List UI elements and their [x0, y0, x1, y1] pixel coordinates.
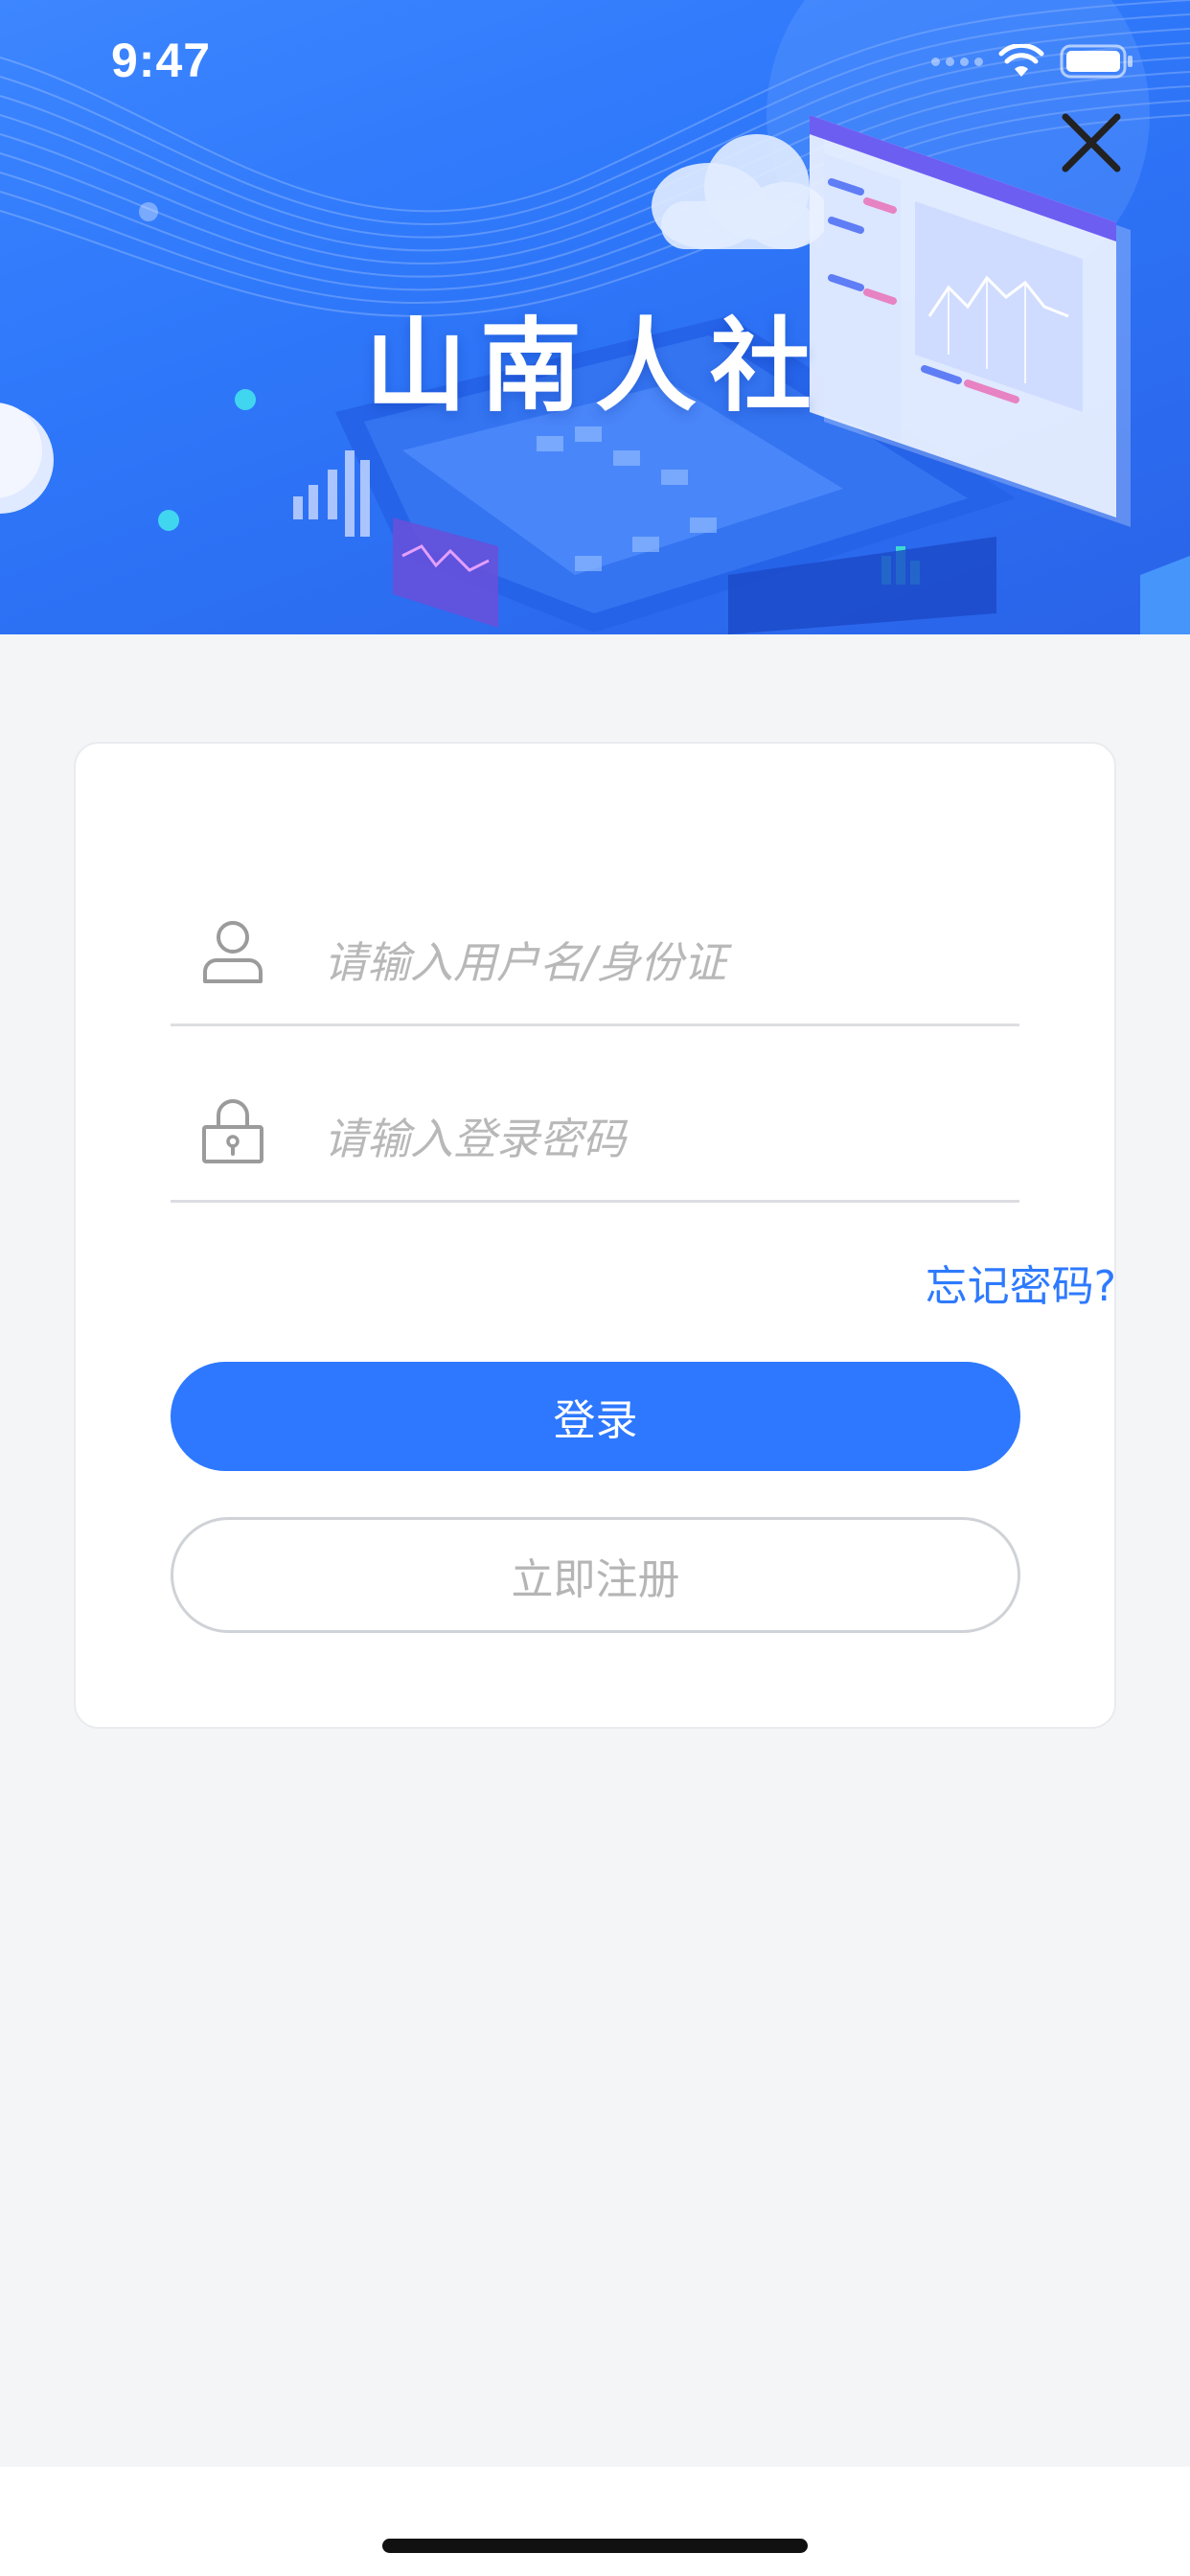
- battery-icon: [1060, 44, 1133, 79]
- user-icon: [203, 921, 263, 983]
- close-icon: [1062, 113, 1121, 172]
- home-indicator[interactable]: [382, 2539, 808, 2553]
- lock-icon: [202, 1099, 263, 1163]
- bottom-safe-area: [0, 2467, 1190, 2576]
- register-button[interactable]: 立即注册: [171, 1517, 1020, 1633]
- signal-icon: [931, 57, 983, 66]
- status-time: 9:47: [111, 34, 212, 87]
- login-button[interactable]: 登录: [171, 1362, 1020, 1471]
- username-input[interactable]: [324, 926, 995, 999]
- username-field[interactable]: [171, 918, 1019, 1026]
- wifi-icon: [998, 44, 1044, 77]
- header-banner: 9:47 山南人社: [0, 0, 1190, 634]
- forgot-password-link[interactable]: 忘记密码?: [733, 1252, 1116, 1313]
- status-icons: [931, 42, 1134, 80]
- password-field[interactable]: [171, 1094, 1019, 1203]
- close-button[interactable]: [1056, 107, 1127, 178]
- app-title: 山南人社: [365, 308, 825, 426]
- password-input[interactable]: [324, 1102, 995, 1175]
